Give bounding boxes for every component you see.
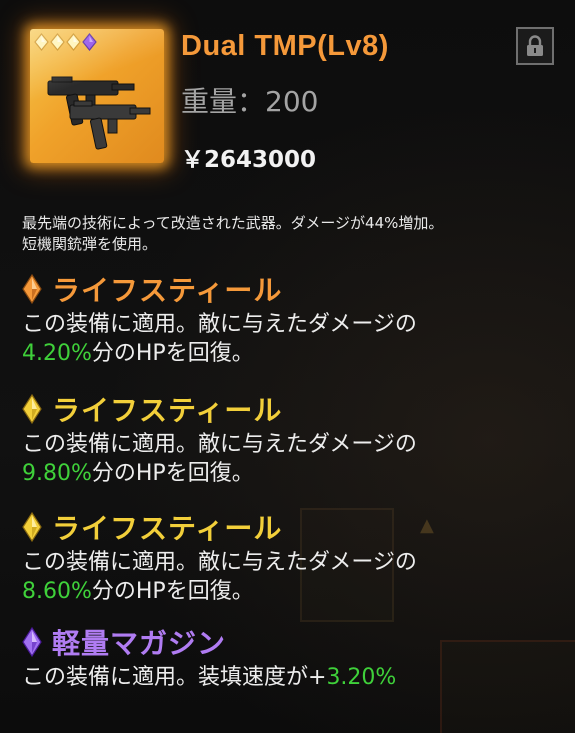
perk-text: 分のHPを回復。 <box>91 579 254 604</box>
perk-description: この装備に適用。装填速度が+3.20% <box>22 663 562 692</box>
perk-text: この装備に適用。敵に与えたダメージの <box>22 432 417 457</box>
perk-title: 軽量マガジン <box>52 627 227 660</box>
item-tooltip-panel: ▲ Dual TMP(Lv8) 重量：200 ￥2643000 最先端の技術によ… <box>0 0 575 733</box>
item-price: ￥2643000 <box>181 147 317 173</box>
perk-description: この装備に適用。敵に与えたダメージの 9.80%分のHPを回復。 <box>22 430 562 488</box>
perk-text: この装備に適用。敵に与えたダメージの <box>22 550 417 575</box>
perk-value: 8.60% <box>22 579 92 604</box>
item-weight: 重量：200 <box>181 85 319 118</box>
perk-text: 分のHPを回復。 <box>91 341 254 366</box>
perk-value: 3.20% <box>326 665 397 690</box>
item-name: Dual TMP(Lv8) <box>181 30 389 62</box>
perk-life-steal: ライフスティール この装備に適用。敵に与えたダメージの 8.60%分のHPを回復… <box>22 508 562 606</box>
icon-shine <box>30 29 164 163</box>
yellow-gem-icon <box>22 512 42 542</box>
orange-gem-icon <box>22 274 42 304</box>
item-icon <box>30 29 164 163</box>
perk-title: ライフスティール <box>52 394 283 427</box>
perk-life-steal: ライフスティール この装備に適用。敵に与えたダメージの 9.80%分のHPを回復… <box>22 390 562 488</box>
item-description: 最先端の技術によって改造された武器。ダメージが44%増加。 短機関銃弾を使用。 <box>22 213 562 255</box>
perk-value: 9.80% <box>22 461 92 486</box>
lock-icon <box>527 35 543 56</box>
perk-description: この装備に適用。敵に与えたダメージの 4.20%分のHPを回復。 <box>22 310 562 368</box>
description-line: 短機関銃弾を使用。 <box>22 235 158 253</box>
perk-life-steal: ライフスティール この装備に適用。敵に与えたダメージの 4.20%分のHPを回復… <box>22 270 562 368</box>
perk-value: 4.20% <box>22 341 92 366</box>
perk-title: ライフスティール <box>52 274 283 307</box>
perk-light-magazine: 軽量マガジン この装備に適用。装填速度が+3.20% <box>22 623 562 692</box>
perk-text: 分のHPを回復。 <box>91 461 254 486</box>
perk-title: ライフスティール <box>52 512 283 545</box>
purple-gem-icon <box>22 627 42 657</box>
perk-description: この装備に適用。敵に与えたダメージの 8.60%分のHPを回復。 <box>22 548 562 606</box>
perk-text: この装備に適用。敵に与えたダメージの <box>22 312 417 337</box>
lock-button[interactable] <box>516 27 554 65</box>
perk-text: この装備に適用。装填速度が+ <box>22 665 327 690</box>
description-line: 最先端の技術によって改造された武器。ダメージが44%増加。 <box>22 214 444 232</box>
yellow-gem-icon <box>22 394 42 424</box>
